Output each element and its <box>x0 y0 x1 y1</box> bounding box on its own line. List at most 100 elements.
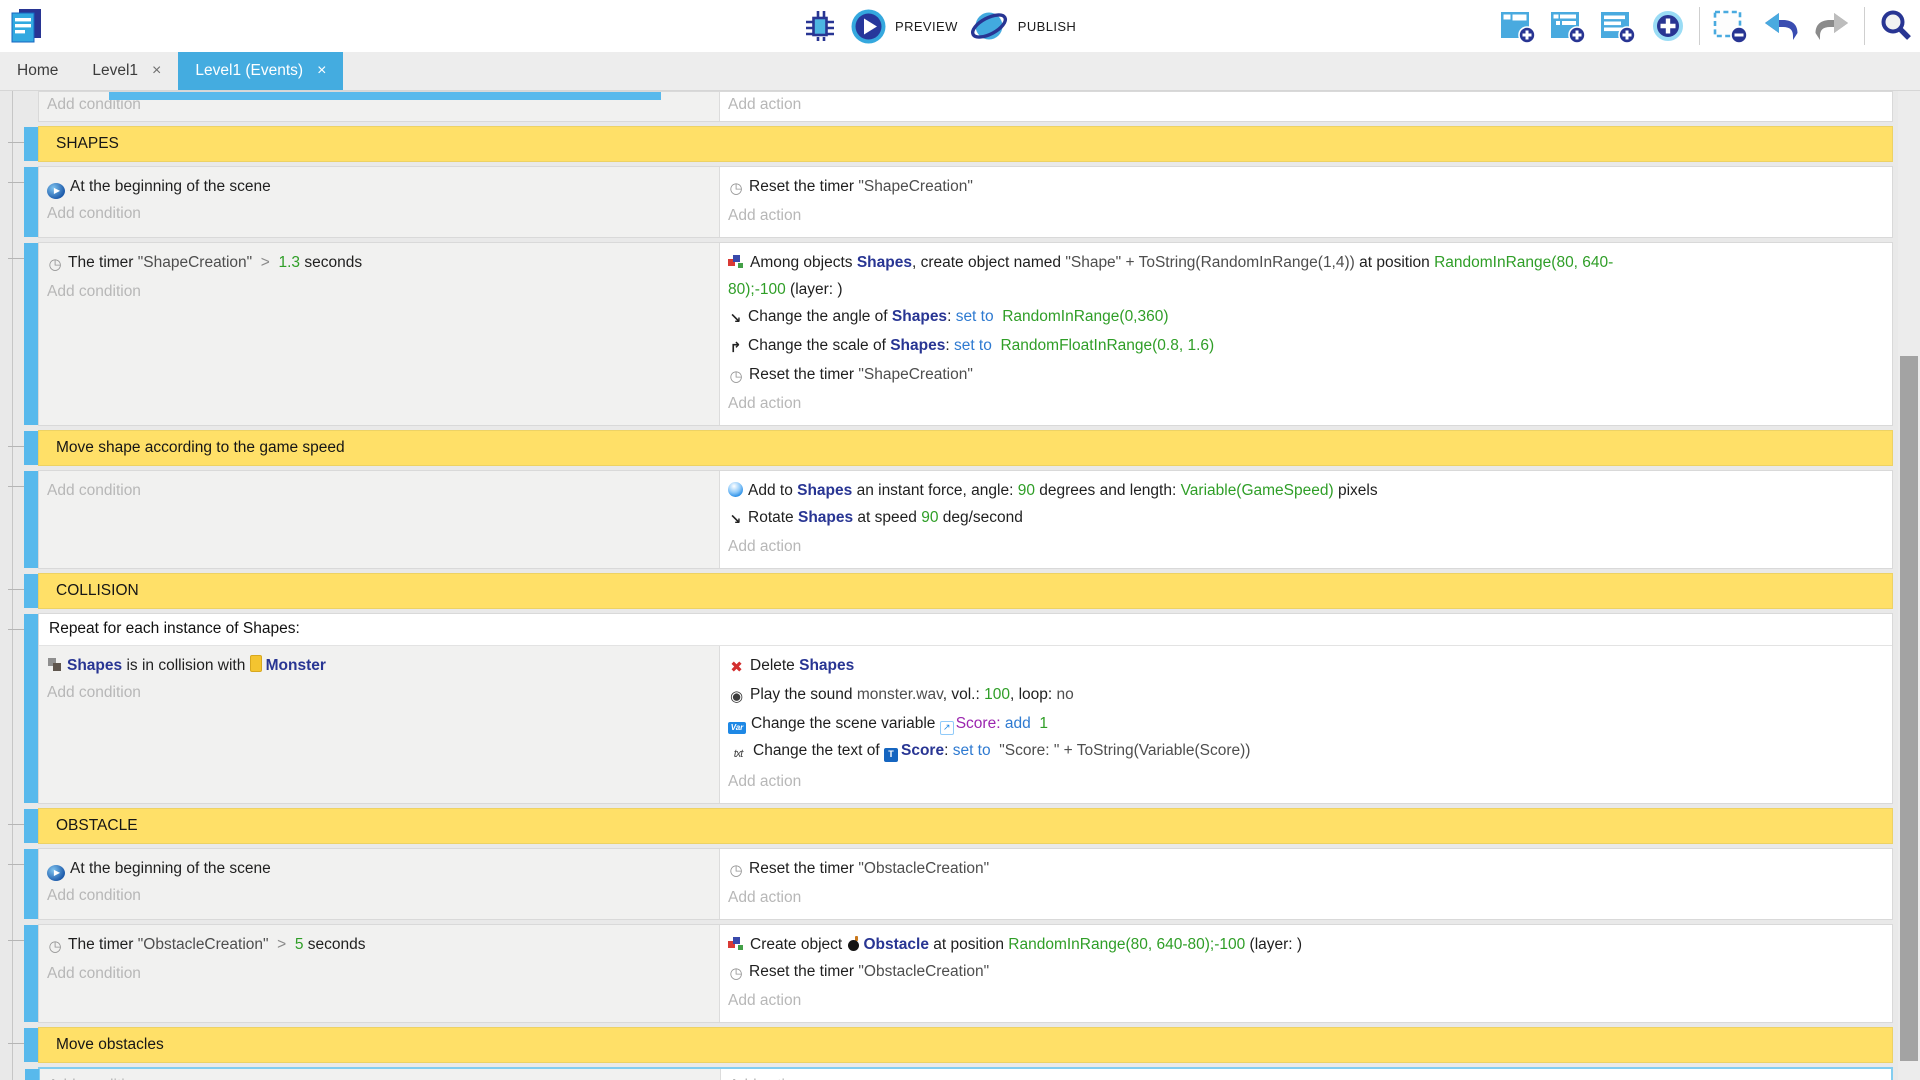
add-condition-button[interactable]: Add condition <box>47 960 711 987</box>
tab-level1-events[interactable]: Level1 (Events) × <box>178 52 343 90</box>
play-scene-icon: ▶ <box>47 183 65 199</box>
debug-icon[interactable] <box>800 7 840 45</box>
delete-icon: ✖ <box>728 654 745 681</box>
add-condition-button[interactable]: Add condition <box>47 278 711 305</box>
condition-instruction[interactable]: ▶At the beginning of the scene <box>47 173 711 200</box>
app-logo-icon[interactable] <box>8 6 44 46</box>
add-condition-button[interactable]: Add condition <box>47 200 711 227</box>
undo-icon[interactable] <box>1762 9 1800 43</box>
tab-level1-label: Level1 <box>92 62 138 80</box>
action-instruction[interactable]: Among objects Shapes, create object name… <box>728 249 1884 276</box>
scrollbar-thumb[interactable] <box>1900 356 1918 1061</box>
event-row[interactable]: ◷The timer "ObstacleCreation" > 5 second… <box>38 924 1893 1023</box>
for-each-event[interactable]: Repeat for each instance of Shapes: Shap… <box>38 613 1893 804</box>
play-scene-icon: ▶ <box>47 865 65 881</box>
action-instruction[interactable]: Add to Shapes an instant force, angle: 9… <box>728 477 1884 504</box>
timer-icon: ◷ <box>728 960 744 987</box>
action-instruction[interactable]: ◉Play the sound monster.wav, vol.: 100, … <box>728 681 1884 710</box>
text-icon: txt <box>728 741 748 768</box>
add-condition-button[interactable]: Add condition <box>47 477 711 504</box>
add-action-button[interactable]: Add action <box>728 884 1884 911</box>
toolbar-separator <box>1699 7 1700 45</box>
for-each-header[interactable]: Repeat for each instance of Shapes: <box>39 614 1892 645</box>
vertical-scrollbar[interactable] <box>1898 91 1920 1080</box>
add-action-button[interactable]: Add action <box>728 390 1884 417</box>
add-action-button[interactable]: Add action <box>728 768 1884 795</box>
event-row[interactable]: ▶At the beginning of the scene Add condi… <box>38 848 1893 920</box>
action-instruction[interactable]: ◷Reset the timer "ObstacleCreation" <box>728 855 1884 884</box>
create-object-icon <box>728 254 745 269</box>
redo-icon[interactable] <box>1813 9 1851 43</box>
add-action-button[interactable]: Add action <box>728 987 1884 1014</box>
condition-instruction[interactable]: ◷The timer "ShapeCreation" > 1.3 seconds <box>47 249 711 278</box>
add-condition-button[interactable]: Add condition <box>47 679 711 706</box>
scale-icon: ↱ <box>728 334 743 361</box>
toolbar-separator <box>1864 7 1865 45</box>
group-header-move-shape[interactable]: Move shape according to the game speed <box>38 430 1893 466</box>
add-condition-button[interactable]: Add condition <box>47 882 711 909</box>
add-action-button[interactable]: Add action <box>729 1072 1883 1080</box>
text-object-icon: T <box>884 748 898 762</box>
angle-icon: ↘ <box>728 305 743 332</box>
action-instruction[interactable]: ✖Delete Shapes <box>728 652 1884 681</box>
monster-object-icon <box>250 655 262 672</box>
add-event-icon[interactable] <box>1500 9 1537 44</box>
shapes-object-icon <box>47 657 63 672</box>
action-instruction[interactable]: Create object Obstacle at position Rando… <box>728 931 1884 958</box>
gdevelop-window: PREVIEW PUBLISH <box>0 0 1920 1080</box>
group-header-shapes[interactable]: SHAPES <box>38 126 1893 162</box>
variable-icon: Var <box>728 722 746 734</box>
tab-bar: Home Level1 × Level1 (Events) × <box>0 52 1920 91</box>
action-instruction[interactable]: ◷Reset the timer "ObstacleCreation" <box>728 958 1884 987</box>
selection-highlight <box>109 92 661 100</box>
group-header-move-obstacles[interactable]: Move obstacles <box>38 1027 1893 1063</box>
condition-instruction[interactable]: Shapes is in collision with Monster <box>47 652 711 679</box>
preview-label: PREVIEW <box>895 19 958 34</box>
tree-rail <box>12 91 13 1080</box>
tab-level1-events-label: Level1 (Events) <box>195 62 303 80</box>
close-tab-icon[interactable]: × <box>317 62 326 80</box>
search-icon[interactable] <box>1878 8 1914 44</box>
condition-instruction[interactable]: ◷The timer "ObstacleCreation" > 5 second… <box>47 931 711 960</box>
condition-instruction[interactable]: ▶At the beginning of the scene <box>47 855 711 882</box>
action-instruction[interactable]: ◷Reset the timer "ShapeCreation" <box>728 173 1884 202</box>
action-instruction[interactable]: 80);-100 (layer: ) <box>728 276 1884 303</box>
publish-button[interactable]: PUBLISH <box>968 7 1076 45</box>
action-instruction[interactable]: VarChange the scene variable ↗Score: add… <box>728 710 1884 737</box>
add-instruction-icon[interactable] <box>1650 8 1686 44</box>
obstacle-object-icon <box>847 936 861 951</box>
tab-home-label: Home <box>17 62 58 80</box>
add-comment-icon[interactable] <box>1600 9 1637 44</box>
event-row[interactable]: ▶At the beginning of the scene Add condi… <box>38 166 1893 238</box>
action-instruction[interactable]: ↱Change the scale of Shapes: set to Rand… <box>728 332 1884 361</box>
force-icon <box>728 482 743 497</box>
tab-home[interactable]: Home <box>0 52 75 90</box>
sound-icon: ◉ <box>728 683 745 710</box>
add-condition-button[interactable]: Add condition <box>48 1072 712 1080</box>
timer-icon: ◷ <box>728 363 744 390</box>
event-row[interactable]: Add condition Add to Shapes an instant f… <box>38 470 1893 569</box>
publish-label: PUBLISH <box>1018 19 1076 34</box>
timer-icon: ◷ <box>47 251 63 278</box>
timer-icon: ◷ <box>728 857 744 884</box>
add-action-button[interactable]: Add action <box>728 91 1884 118</box>
add-action-button[interactable]: Add action <box>728 533 1884 560</box>
delete-selection-icon[interactable] <box>1713 9 1749 44</box>
globe-icon <box>968 7 1010 45</box>
action-instruction[interactable]: ↘Change the angle of Shapes: set to Rand… <box>728 303 1884 332</box>
preview-button[interactable]: PREVIEW <box>850 8 958 45</box>
event-row[interactable]: Add condition Add action <box>38 91 1893 122</box>
tab-level1[interactable]: Level1 × <box>75 52 178 90</box>
add-action-button[interactable]: Add action <box>728 202 1884 229</box>
action-instruction[interactable]: ↘Rotate Shapes at speed 90 deg/second <box>728 504 1884 533</box>
create-object-icon <box>728 936 745 951</box>
group-header-collision[interactable]: COLLISION <box>38 573 1893 609</box>
event-row[interactable]: ◷The timer "ShapeCreation" > 1.3 seconds… <box>38 242 1893 426</box>
main-toolbar: PREVIEW PUBLISH <box>0 0 1920 52</box>
event-row-selected[interactable]: Add condition Add action <box>38 1067 1893 1080</box>
add-subevent-icon[interactable] <box>1550 9 1587 44</box>
group-header-obstacle[interactable]: OBSTACLE <box>38 808 1893 844</box>
action-instruction[interactable]: txtChange the text of TScore: set to "Sc… <box>728 737 1884 768</box>
action-instruction[interactable]: ◷Reset the timer "ShapeCreation" <box>728 361 1884 390</box>
close-tab-icon[interactable]: × <box>152 62 161 80</box>
